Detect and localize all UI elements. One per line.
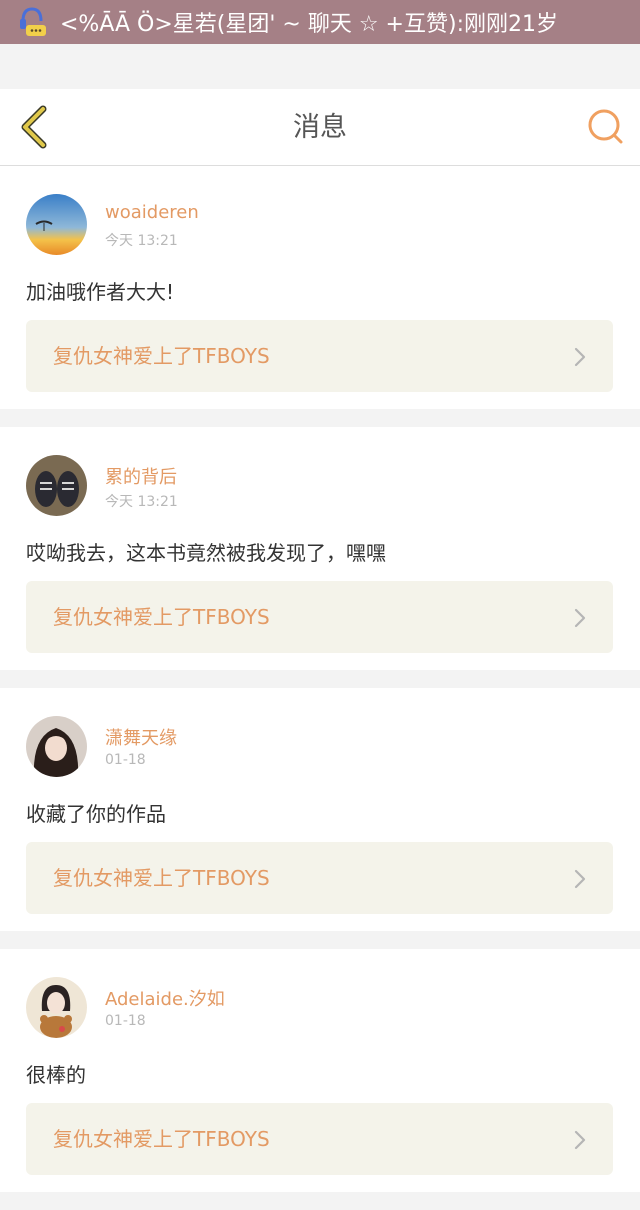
username[interactable]: 潇舞天缘 xyxy=(105,724,177,750)
notification-text: <%ĀĀ Ö>星若(星团' ~ 聊天 ☆ +互赞):刚刚21岁 xyxy=(60,12,558,37)
username[interactable]: Adelaide.汐如 xyxy=(105,985,225,1011)
message-list: woaideren 今天 13:21 加油哦作者大大! 复仇女神爱上了TFBOY… xyxy=(0,166,640,1210)
username[interactable]: woaideren xyxy=(105,202,199,223)
header: 消息 xyxy=(0,89,640,166)
message-card: 累的背后 今天 13:21 哎呦我去，这本书竟然被我发现了，嘿嘿 复仇女神爱上了… xyxy=(0,427,640,670)
notification-bar[interactable]: <%ĀĀ Ö>星若(星团' ~ 聊天 ☆ +互赞):刚刚21岁 xyxy=(0,0,640,44)
avatar[interactable] xyxy=(26,977,87,1038)
message-text: 收藏了你的作品 xyxy=(26,802,166,826)
book-link[interactable]: 复仇女神爱上了TFBOYS xyxy=(26,1103,613,1175)
message-card: woaideren 今天 13:21 加油哦作者大大! 复仇女神爱上了TFBOY… xyxy=(0,166,640,409)
message-card: Adelaide.汐如 01-18 很棒的 复仇女神爱上了TFBOYS xyxy=(0,949,640,1192)
chevron-right-icon xyxy=(574,869,586,889)
book-title: 复仇女神爱上了TFBOYS xyxy=(53,1127,270,1151)
timestamp: 01-18 xyxy=(105,752,146,768)
book-title: 复仇女神爱上了TFBOYS xyxy=(53,344,270,368)
search-icon xyxy=(588,109,623,144)
book-title: 复仇女神爱上了TFBOYS xyxy=(53,605,270,629)
book-link[interactable]: 复仇女神爱上了TFBOYS xyxy=(26,842,613,914)
timestamp: 01-18 xyxy=(105,1013,146,1029)
username[interactable]: 累的背后 xyxy=(105,463,177,489)
avatar[interactable] xyxy=(26,194,87,255)
timestamp: 今天 13:21 xyxy=(105,233,178,249)
search-button[interactable] xyxy=(586,107,626,147)
message-text: 哎呦我去，这本书竟然被我发现了，嘿嘿 xyxy=(26,541,386,565)
qq-chat-icon xyxy=(14,4,50,40)
message-text: 很棒的 xyxy=(26,1063,86,1087)
book-title: 复仇女神爱上了TFBOYS xyxy=(53,866,270,890)
avatar[interactable] xyxy=(26,716,87,777)
message-card: 潇舞天缘 01-18 收藏了你的作品 复仇女神爱上了TFBOYS xyxy=(0,688,640,931)
chevron-right-icon xyxy=(574,608,586,628)
message-text: 加油哦作者大大! xyxy=(26,280,175,304)
chevron-right-icon xyxy=(574,347,586,367)
status-spacer xyxy=(0,44,640,89)
avatar[interactable] xyxy=(26,455,87,516)
book-link[interactable]: 复仇女神爱上了TFBOYS xyxy=(26,320,613,392)
book-link[interactable]: 复仇女神爱上了TFBOYS xyxy=(26,581,613,653)
chevron-right-icon xyxy=(574,1130,586,1150)
timestamp: 今天 13:21 xyxy=(105,494,178,510)
page-title: 消息 xyxy=(293,112,347,143)
